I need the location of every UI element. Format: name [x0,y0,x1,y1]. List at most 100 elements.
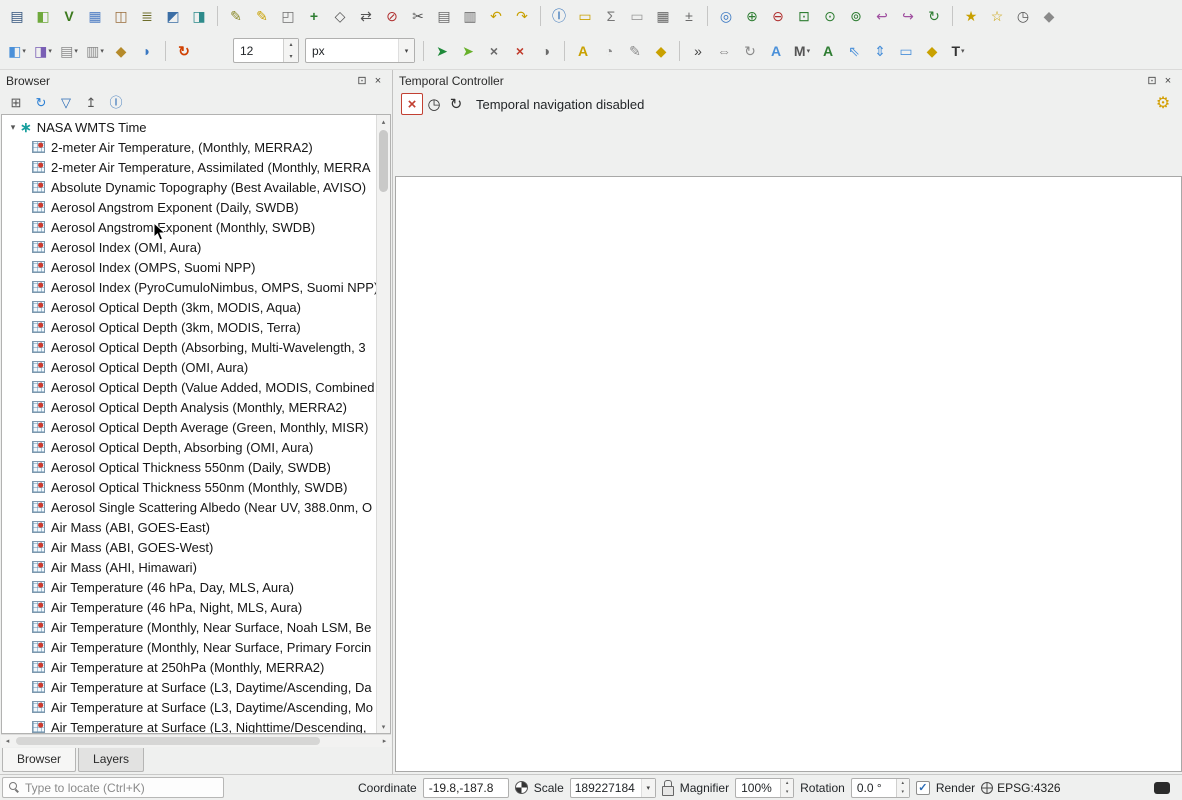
paste-features-button[interactable]: ▥ [457,4,483,28]
zoom-to-selected-button[interactable]: ➤ [455,39,481,63]
browser-tree-item[interactable]: Air Mass (ABI, GOES-East) [2,517,376,537]
temporal-navigation-off-button[interactable]: × [401,93,423,115]
browser-tree-item[interactable]: Air Temperature (46 hPa, Day, MLS, Aura) [2,577,376,597]
browser-tree-item[interactable]: Air Temperature (Monthly, Near Surface, … [2,617,376,637]
undo-button[interactable]: ↶ [483,4,509,28]
scroll-down-arrow[interactable]: ▾ [377,720,390,733]
zoom-to-selection-button[interactable]: ⊙ [817,4,843,28]
move-feature-button[interactable]: ⇄ [353,4,379,28]
browser-tree-item[interactable]: Aerosol Optical Depth Average (Green, Mo… [2,417,376,437]
spin-up-button[interactable]: ▴ [284,39,298,51]
spin-down-button[interactable]: ▾ [284,50,298,62]
tab-browser[interactable]: Browser [2,748,77,772]
magnifier-value[interactable]: 100% [736,779,780,797]
font-unit-combo[interactable]: px ▾ [305,38,415,63]
copy-features-button[interactable]: ▤ [431,4,457,28]
select-annotation-button[interactable]: ⇖ [841,39,867,63]
fixed-range-temporal-navigation-button[interactable]: ◷ [423,93,445,115]
scroll-right-arrow[interactable]: ▸ [378,735,391,747]
browser-tree-item[interactable]: Aerosol Optical Thickness 550nm (Monthly… [2,477,376,497]
project-layouts-button[interactable]: ▥ ▾ [82,39,108,63]
combo-arrow-icon[interactable]: ▾ [640,778,655,797]
magnifier-spinbox[interactable]: 100% ▴ ▾ [735,777,795,798]
filter-browser-button[interactable]: ▽ [56,92,76,112]
browser-tree-item[interactable]: Aerosol Index (OMPS, Suomi NPP) [2,257,376,277]
crs-button[interactable]: EPSG:4326 [981,781,1061,795]
font-size-value[interactable]: 12 [234,39,283,62]
change-label-properties-button[interactable]: A [763,39,789,63]
open-attribute-table-button[interactable]: ▦ [650,4,676,28]
browser-tree-item[interactable]: Absolute Dynamic Topography (Best Availa… [2,177,376,197]
add-vector-layer-button[interactable]: V [56,4,82,28]
browser-tree-item[interactable]: Air Temperature at Surface (L3, Daytime/… [2,697,376,717]
form-annotation-button[interactable]: ▭ [893,39,919,63]
add-selected-layers-button[interactable]: ⊞ [6,92,26,112]
pan-map-button[interactable]: ◎ [713,4,739,28]
scale-combo[interactable]: 189227184 ▾ [569,777,656,798]
font-size-spinbox[interactable]: 12 ▴ ▾ [233,38,299,63]
map-canvas[interactable] [395,176,1182,772]
temporal-settings-button[interactable]: ⚙ [1152,93,1174,115]
browser-tree-item[interactable]: Aerosol Optical Depth (3km, MODIS, Aqua) [2,297,376,317]
browser-tree-item[interactable]: Air Mass (ABI, GOES-West) [2,537,376,557]
lock-scale-icon[interactable] [661,780,674,796]
save-layer-edits-button[interactable]: ◰ [275,4,301,28]
add-text-annotation-button[interactable]: A [815,39,841,63]
browser-tree-item[interactable]: Air Temperature (46 hPa, Night, MLS, Aur… [2,597,376,617]
browser-tree-item[interactable]: Aerosol Optical Depth (3km, MODIS, Terra… [2,317,376,337]
expand-collapse-icon[interactable]: ▾ [6,122,20,133]
rotation-value[interactable]: 0.0 ° [852,779,896,797]
highlight-pinned-labels-button[interactable]: ◆ [648,39,674,63]
decorations-menu-button[interactable]: M ▾ [789,39,815,63]
browser-tree-item[interactable]: Aerosol Single Scattering Albedo (Near U… [2,497,376,517]
toggle-editing-button[interactable]: ✎ [249,4,275,28]
pan-to-selected-button[interactable]: ➤ [429,39,455,63]
vertex-tool-button[interactable]: ◇ [327,4,353,28]
browser-tree-item[interactable]: Aerosol Optical Depth (Absorbing, Multi-… [2,337,376,357]
delete-selected-button[interactable]: ⊘ [379,4,405,28]
move-annotation-button[interactable]: ⇕ [867,39,893,63]
zoom-next-button[interactable]: ↪ [895,4,921,28]
zoom-to-layer-button[interactable]: ⊚ [843,4,869,28]
browser-tree-item[interactable]: Aerosol Optical Depth Analysis (Monthly,… [2,397,376,417]
add-mesh-layer-button[interactable]: ◫ [108,4,134,28]
browser-tree-item[interactable]: Aerosol Index (OMI, Aura) [2,237,376,257]
browser-tree-item[interactable]: 2-meter Air Temperature, Assimilated (Mo… [2,157,376,177]
refresh-map-button[interactable]: ↻ [921,4,947,28]
add-wms-layer-button[interactable]: ◨ [186,4,212,28]
data-source-manager-button[interactable]: ▤ [4,4,30,28]
locate-input[interactable] [25,780,217,795]
spin-up-button[interactable]: ▴ [781,778,794,788]
toolbar-extension-button[interactable]: » [685,39,711,63]
temporal-controller-toggle-button[interactable]: ◷ [1010,4,1036,28]
browser-tree-item[interactable]: Air Temperature at 250hPa (Monthly, MERR… [2,657,376,677]
browser-tree-item[interactable]: Aerosol Optical Depth, Absorbing (OMI, A… [2,437,376,457]
rotate-label-button[interactable]: ↻ [737,39,763,63]
map-tips-button[interactable]: ◆ [1036,4,1062,28]
zoom-last-button[interactable]: ↩ [869,4,895,28]
scroll-up-arrow[interactable]: ▴ [377,115,390,128]
layer-labeling-options-button[interactable]: A [570,39,596,63]
float-panel-button[interactable]: ⊡ [1144,74,1160,89]
reselect-features-button[interactable]: ◑ [533,39,559,63]
spin-up-button[interactable]: ▴ [896,778,909,788]
coordinate-input[interactable] [422,777,509,798]
browser-tree-item[interactable]: Aerosol Angstrom Exponent (Monthly, SWDB… [2,217,376,237]
zoom-full-button[interactable]: ⊡ [791,4,817,28]
zoom-out-button[interactable]: ⊖ [765,4,791,28]
scrollbar-track[interactable] [14,735,378,747]
move-label-button[interactable]: ⇔ [711,39,737,63]
browser-tree-item[interactable]: Air Temperature at Surface (L3, Nighttim… [2,717,376,733]
cut-features-button[interactable]: ✂ [405,4,431,28]
identify-features-button[interactable]: Ⓘ [546,4,572,28]
pin-labels-button[interactable]: ✎ [622,39,648,63]
new-3d-map-view-button[interactable]: ◨ ▾ [30,39,56,63]
deselect-matching-button[interactable]: × [507,39,533,63]
render-checkbox[interactable]: ✓ [915,780,930,795]
zoom-in-button[interactable]: ⊕ [739,4,765,28]
spin-down-button[interactable]: ▾ [896,787,909,797]
python-console-button[interactable]: ◗ [134,39,160,63]
browser-tree-item[interactable]: Aerosol Angstrom Exponent (Daily, SWDB) [2,197,376,217]
text-annotation-menu-button[interactable]: T ▾ [945,39,971,63]
new-bookmark-button[interactable]: ★ [958,4,984,28]
